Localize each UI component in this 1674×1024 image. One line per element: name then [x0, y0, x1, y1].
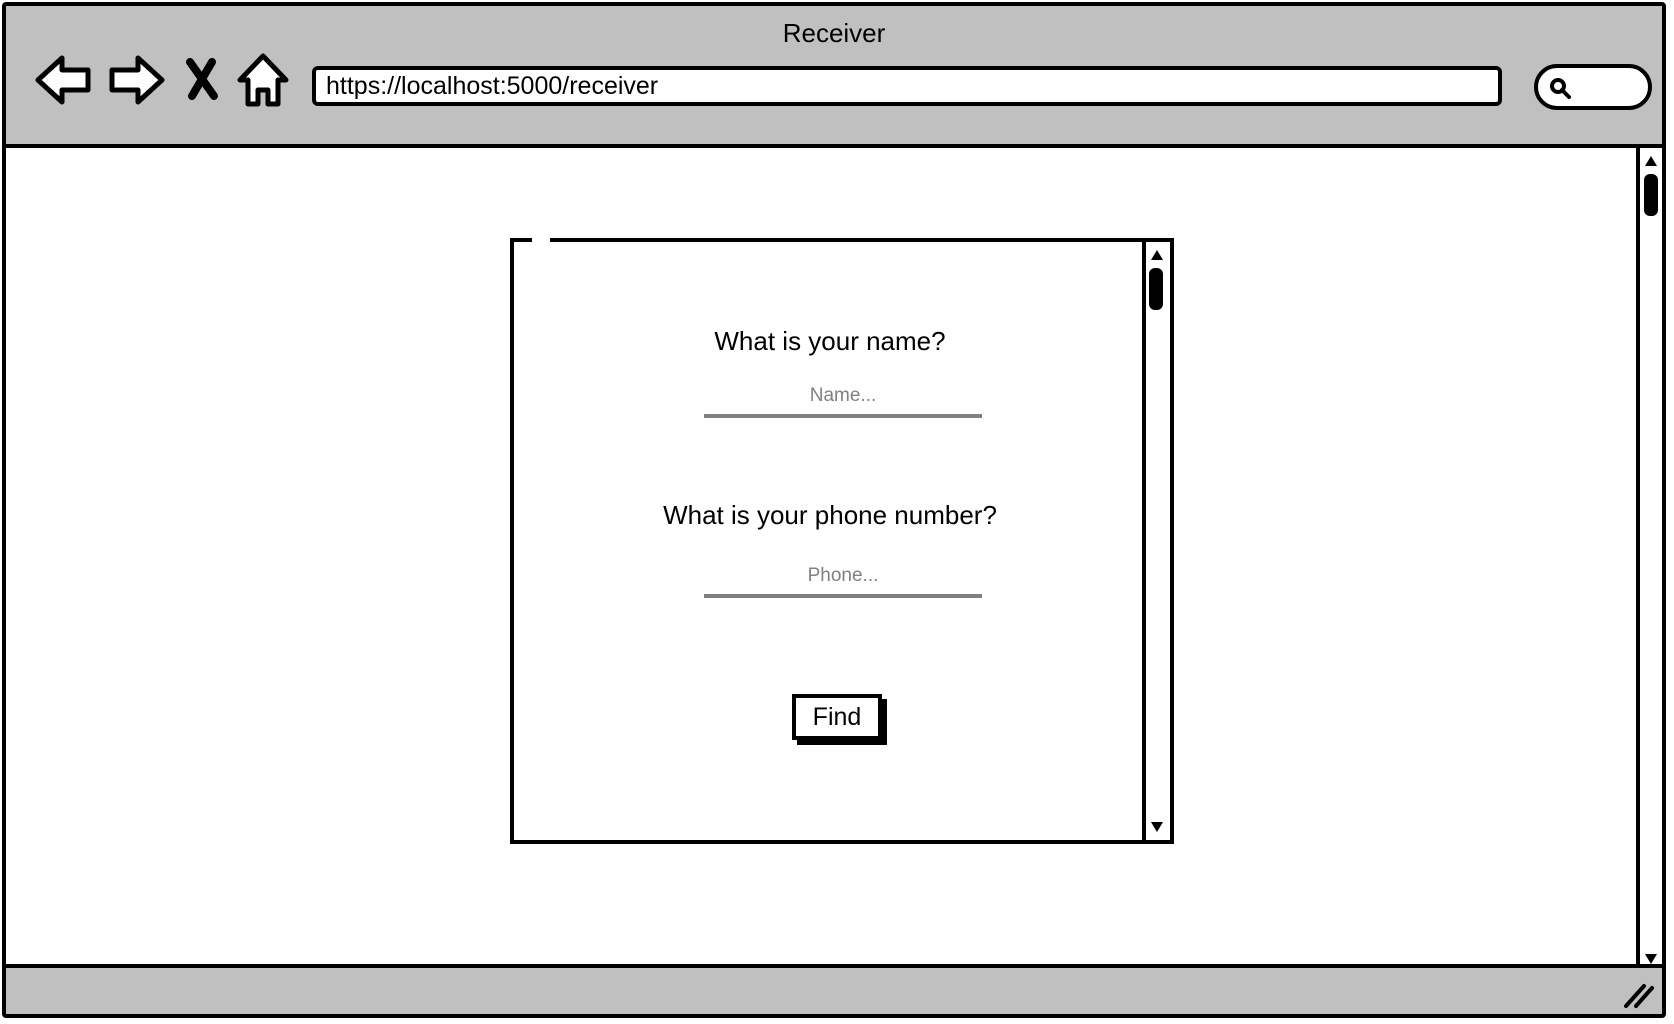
- browser-toolbar: Receiver https://localhost:5000/receiver: [6, 6, 1662, 148]
- search-icon: [1550, 78, 1571, 99]
- panel-scroll-thumb[interactable]: [1149, 268, 1163, 310]
- scroll-up-icon[interactable]: [1640, 150, 1662, 172]
- name-question-label: What is your name?: [714, 326, 946, 356]
- phone-question-label: What is your phone number?: [663, 500, 997, 530]
- receiver-form: What is your name? What is your phone nu…: [514, 242, 1146, 840]
- panel-scroll-up-icon[interactable]: [1146, 244, 1168, 266]
- form-panel: What is your name? What is your phone nu…: [510, 238, 1174, 844]
- address-bar[interactable]: https://localhost:5000/receiver: [312, 66, 1502, 106]
- name-input[interactable]: [704, 378, 982, 418]
- browser-window: Receiver https://localhost:5000/receiver: [2, 2, 1666, 1018]
- window-title: Receiver: [782, 18, 886, 48]
- status-bar: [6, 964, 1662, 1014]
- forward-arrow-icon[interactable]: [104, 50, 168, 110]
- find-button[interactable]: Find: [792, 694, 882, 740]
- home-icon[interactable]: [236, 50, 290, 110]
- page-scroll-thumb[interactable]: [1644, 174, 1658, 216]
- phone-input[interactable]: [704, 558, 982, 598]
- resize-grip-icon[interactable]: [1620, 978, 1656, 1010]
- browser-search-box[interactable]: [1534, 64, 1652, 110]
- close-x-icon[interactable]: [182, 50, 222, 110]
- panel-scroll-down-icon[interactable]: [1146, 816, 1168, 838]
- back-arrow-icon[interactable]: [32, 50, 96, 110]
- panel-vertical-scrollbar[interactable]: [1142, 242, 1170, 840]
- page-vertical-scrollbar[interactable]: [1636, 148, 1662, 972]
- panel-border-gap: [532, 235, 550, 244]
